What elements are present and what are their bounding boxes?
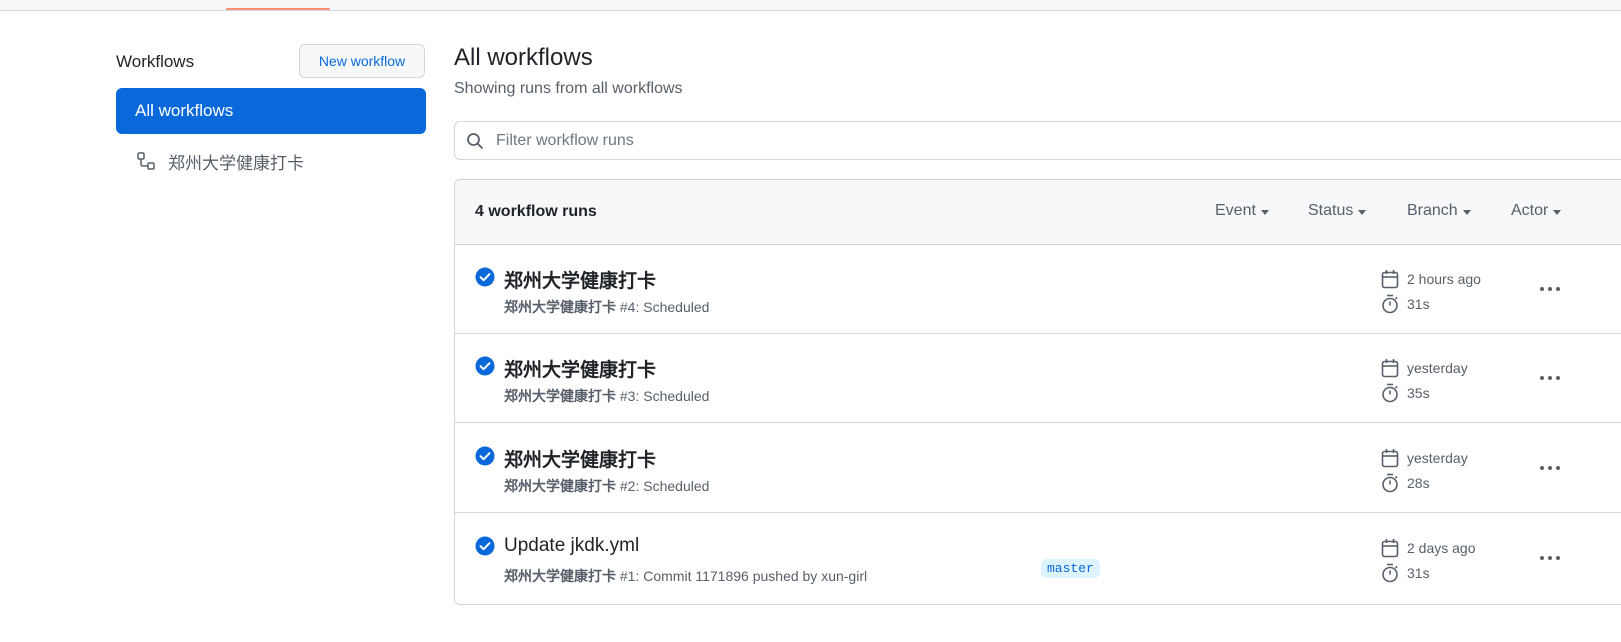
run-workflow-name: 郑州大学健康打卡 (504, 299, 616, 315)
status-filter-dropdown[interactable]: Status (1308, 202, 1367, 220)
run-time-text: 2 days ago (1407, 540, 1476, 556)
branch-label[interactable]: master (1041, 559, 1100, 578)
run-title-link[interactable]: 郑州大学健康打卡 (504, 445, 656, 472)
workflow-icon (136, 151, 156, 171)
kebab-menu-icon[interactable] (1537, 366, 1563, 390)
dropdown-label: Event (1215, 202, 1256, 219)
page-subtitle: Showing runs from all workflows (454, 80, 683, 97)
run-title-link[interactable]: 郑州大学健康打卡 (504, 266, 656, 293)
run-detail: #3: Scheduled (616, 388, 710, 404)
run-meta: 郑州大学健康打卡 #3: Scheduled (504, 386, 709, 406)
run-workflow-name: 郑州大学健康打卡 (504, 568, 616, 584)
calendar-icon (1381, 359, 1399, 378)
run-duration: 28s (1381, 473, 1430, 493)
filter-workflow-runs-input[interactable] (494, 130, 1621, 151)
kebab-menu-icon[interactable] (1537, 277, 1563, 301)
run-duration-text: 35s (1407, 385, 1430, 401)
run-time-text: 2 hours ago (1407, 271, 1481, 287)
run-meta: 郑州大学健康打卡 #4: Scheduled (504, 297, 709, 317)
calendar-icon (1381, 539, 1399, 558)
stopwatch-icon (1382, 294, 1398, 314)
kebab-menu-icon[interactable] (1537, 546, 1563, 570)
success-check-icon (475, 536, 495, 556)
run-detail: #1: Commit 1171896 pushed by xun-girl (616, 568, 868, 584)
run-time: 2 hours ago (1381, 269, 1481, 289)
sidebar-item-label: All workflows (135, 101, 234, 120)
success-check-icon (475, 446, 495, 466)
sidebar-title: Workflows (116, 52, 195, 71)
calendar-icon (1381, 270, 1399, 289)
run-duration: 31s (1381, 294, 1430, 314)
success-check-icon (475, 267, 495, 287)
dropdown-label: Actor (1511, 202, 1549, 219)
run-meta: 郑州大学健康打卡 #2: Scheduled (504, 476, 709, 496)
run-duration-text: 28s (1407, 475, 1430, 491)
success-check-icon (475, 356, 495, 376)
run-row[interactable]: 郑州大学健康打卡 郑州大学健康打卡 #2: Scheduled yesterda… (455, 424, 1621, 513)
run-detail: #2: Scheduled (616, 478, 710, 494)
run-duration-text: 31s (1407, 296, 1430, 312)
run-row[interactable]: 郑州大学健康打卡 郑州大学健康打卡 #3: Scheduled yesterda… (455, 334, 1621, 423)
workflow-runs-list: 4 workflow runs Event Status Branch Acto… (454, 179, 1621, 605)
caret-down-icon (1260, 209, 1269, 215)
branch-filter-dropdown[interactable]: Branch (1407, 202, 1471, 220)
repo-nav-bar (0, 0, 1621, 11)
caret-down-icon (1553, 209, 1562, 215)
caret-down-icon (1358, 209, 1367, 215)
active-tab-underline (226, 8, 330, 10)
run-row[interactable]: 郑州大学健康打卡 郑州大学健康打卡 #4: Scheduled 2 hours … (455, 245, 1621, 334)
runs-count: 4 workflow runs (475, 203, 597, 220)
runs-list-header: 4 workflow runs Event Status Branch Acto… (455, 180, 1621, 245)
run-time: yesterday (1381, 448, 1468, 468)
stopwatch-icon (1382, 473, 1398, 493)
run-duration-text: 31s (1407, 565, 1430, 581)
event-filter-dropdown[interactable]: Event (1215, 202, 1269, 220)
kebab-menu-icon[interactable] (1537, 456, 1563, 480)
run-time-text: yesterday (1407, 360, 1468, 376)
run-time: 2 days ago (1381, 538, 1476, 558)
sidebar-item-label: 郑州大学健康打卡 (168, 153, 304, 173)
caret-down-icon (1462, 209, 1471, 215)
sidebar-item-all-workflows[interactable]: All workflows (116, 88, 426, 134)
stopwatch-icon (1382, 383, 1398, 403)
run-workflow-name: 郑州大学健康打卡 (504, 388, 616, 404)
filter-box[interactable] (454, 121, 1621, 160)
run-workflow-name: 郑州大学健康打卡 (504, 478, 616, 494)
dropdown-label: Status (1308, 202, 1354, 219)
run-title-link[interactable]: Update jkdk.yml (504, 535, 639, 557)
search-icon (466, 132, 484, 150)
new-workflow-button[interactable]: New workflow (299, 44, 425, 78)
calendar-icon (1381, 449, 1399, 468)
run-title-link[interactable]: 郑州大学健康打卡 (504, 355, 656, 382)
run-row[interactable]: Update jkdk.yml 郑州大学健康打卡 #1: Commit 1171… (455, 514, 1621, 603)
dropdown-label: Branch (1407, 202, 1458, 219)
run-meta: 郑州大学健康打卡 #1: Commit 1171896 pushed by xu… (504, 566, 867, 586)
run-time: yesterday (1381, 358, 1468, 378)
run-time-text: yesterday (1407, 450, 1468, 466)
actor-filter-dropdown[interactable]: Actor (1511, 202, 1562, 220)
run-detail: #4: Scheduled (616, 299, 710, 315)
stopwatch-icon (1382, 563, 1398, 583)
run-duration: 35s (1381, 383, 1430, 403)
page-title: All workflows (454, 44, 593, 71)
run-duration: 31s (1381, 563, 1430, 583)
sidebar-item-workflow[interactable]: 郑州大学健康打卡 (116, 140, 426, 182)
